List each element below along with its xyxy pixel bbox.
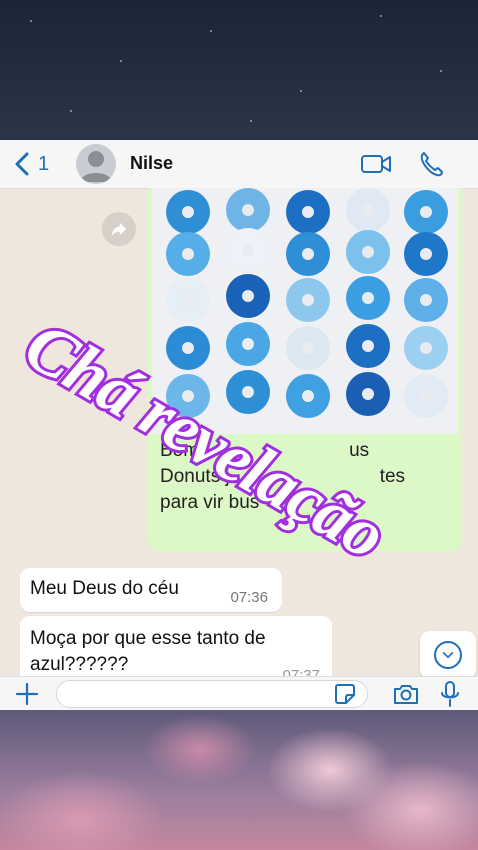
caption-line: Donuts j tes: [160, 466, 406, 487]
forward-icon: [111, 222, 127, 237]
star: [440, 70, 442, 72]
incoming-message[interactable]: Meu Deus do céu 07:36: [20, 568, 282, 612]
caption-line: Bom us: [160, 440, 370, 461]
star: [30, 20, 32, 22]
phone-icon[interactable]: [418, 150, 444, 178]
star: [380, 15, 382, 17]
video-call-icon[interactable]: [360, 152, 392, 176]
donut: [404, 190, 448, 234]
donut: [286, 374, 330, 418]
camera-icon[interactable]: [392, 682, 420, 706]
avatar[interactable]: [76, 144, 116, 184]
back-button[interactable]: 1: [12, 150, 52, 178]
caption-line: para vir bus: [160, 492, 260, 513]
donut: [286, 278, 330, 322]
chevron-left-icon: [15, 152, 29, 176]
donut: [286, 190, 330, 234]
message-text: Meu Deus do céu: [30, 578, 179, 599]
pink-clouds-background: [0, 710, 478, 850]
unread-count: 1: [38, 152, 50, 175]
donut: [166, 374, 210, 418]
star: [210, 30, 212, 32]
contact-name[interactable]: Nilse: [130, 153, 173, 174]
donut: [226, 274, 270, 318]
donut: [226, 370, 270, 414]
starry-sky-background: [0, 0, 478, 140]
donut: [226, 322, 270, 366]
donut: [346, 230, 390, 274]
donut: [404, 326, 448, 370]
chat-header: 1 Nilse: [0, 140, 478, 189]
microphone-icon[interactable]: [440, 680, 460, 708]
donut: [346, 324, 390, 368]
image-caption: Bom us Donuts j tes para vir bus: [160, 438, 450, 516]
sticker-icon[interactable]: [334, 683, 356, 705]
donut: [166, 190, 210, 234]
outgoing-image-message[interactable]: Bom us Donuts j tes para vir bus: [148, 188, 462, 551]
donut: [346, 188, 390, 232]
donut: [226, 188, 270, 232]
star: [120, 60, 122, 62]
message-time: 07:36: [230, 589, 268, 606]
donut: [166, 326, 210, 370]
donut: [346, 276, 390, 320]
message-input[interactable]: [56, 680, 368, 708]
donuts-photo[interactable]: [152, 188, 458, 434]
star: [250, 120, 252, 122]
donut: [404, 232, 448, 276]
scroll-to-bottom-button[interactable]: [420, 631, 476, 679]
avatar-icon: [80, 151, 112, 182]
star: [300, 90, 302, 92]
plus-icon[interactable]: [14, 681, 40, 707]
donut: [286, 232, 330, 276]
chat-screen: 1 Nilse Bom us Donuts j tes para vir bus…: [0, 140, 478, 710]
message-list: Bom us Donuts j tes para vir bus Meu Deus …: [0, 188, 478, 686]
donut: [286, 326, 330, 370]
donut: [166, 278, 210, 322]
forward-button[interactable]: [102, 212, 136, 246]
star: [70, 110, 72, 112]
donut: [226, 228, 270, 272]
donut: [346, 372, 390, 416]
donut: [166, 232, 210, 276]
message-input-bar: [0, 676, 478, 710]
chevron-down-icon: [434, 641, 462, 669]
donut: [404, 278, 448, 322]
donut: [404, 374, 448, 418]
